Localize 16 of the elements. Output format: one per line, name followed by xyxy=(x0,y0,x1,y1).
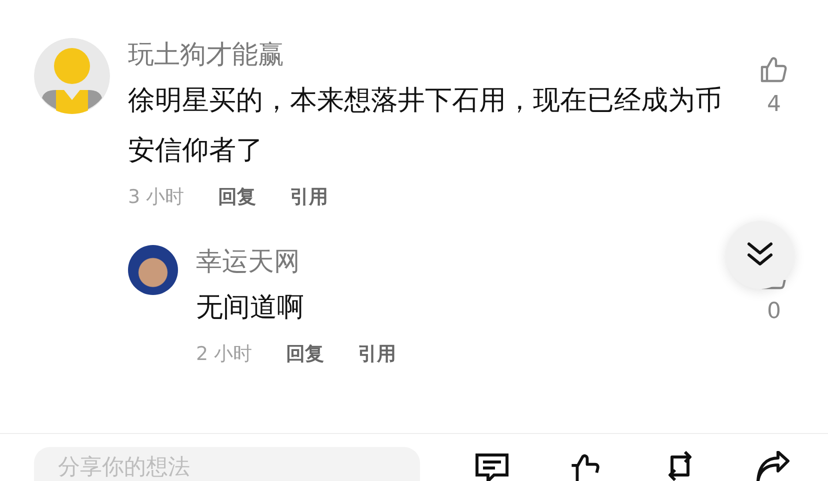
timestamp: 3 小时 xyxy=(128,185,184,210)
username[interactable]: 玩土狗才能赢 xyxy=(128,38,284,72)
comment-action-link[interactable]: 回复 xyxy=(286,339,324,369)
timestamp: 2 小时 xyxy=(196,342,252,367)
comment-icon[interactable] xyxy=(474,453,510,481)
avatar-icon[interactable] xyxy=(34,38,110,114)
like-count: 4 xyxy=(767,91,781,119)
avatar-photo-placeholder[interactable] xyxy=(128,245,178,295)
share-icon[interactable] xyxy=(755,451,791,481)
comment-action-link[interactable]: 回复 xyxy=(218,182,256,212)
comment-action-link[interactable]: 引用 xyxy=(358,339,396,369)
comment-text: 无间道啊 xyxy=(196,291,305,325)
like-count: 0 xyxy=(767,298,781,326)
comment-text: 徐明星买的，本来想落井下石用，现在已经成为币安信仰者了 xyxy=(128,84,723,168)
username[interactable]: 幸运天网 xyxy=(196,245,300,279)
comment-action-link[interactable]: 引用 xyxy=(290,182,328,212)
